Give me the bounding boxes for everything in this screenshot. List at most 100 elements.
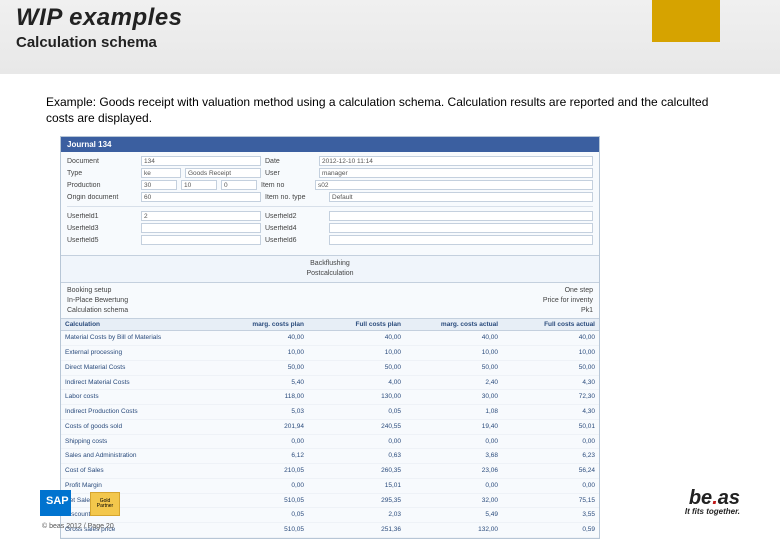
cell: 1,08 — [405, 405, 502, 419]
meta-schema-r: Pk1 — [581, 306, 593, 316]
cell: Direct Material Costs — [61, 361, 211, 375]
th-marg-plan: marg. costs plan — [211, 319, 308, 330]
label-uf3: Userfield3 — [67, 225, 137, 232]
cell: 4,30 — [502, 376, 599, 390]
cell: 5,40 — [211, 376, 308, 390]
page-title: WIP examples — [16, 4, 183, 32]
cell: 10,00 — [211, 346, 308, 360]
cell: 10,00 — [405, 346, 502, 360]
label-user: User — [265, 170, 315, 177]
panel-title: Journal 134 — [61, 137, 599, 152]
table-row: Indirect Material Costs5,404,002,404,30 — [61, 376, 599, 391]
cell: External processing — [61, 346, 211, 360]
mid-block: Backflushing Postcalculation — [61, 255, 599, 283]
cell: 4,30 — [502, 405, 599, 419]
label-production: Production — [67, 182, 137, 189]
cell: 0,00 — [211, 435, 308, 449]
intro-text: Example: Goods receipt with valuation me… — [46, 94, 734, 126]
field-type-code[interactable]: ke — [141, 168, 181, 178]
meta-schema-l: Calculation schema — [67, 306, 128, 316]
mid-backflushing: Backflushing — [61, 259, 599, 269]
cell: 118,00 — [211, 390, 308, 404]
copyright: © beas 2012 / Page 20 — [42, 523, 114, 530]
meta-inplace-l: In-Place Bewertung — [67, 296, 128, 306]
cell: 50,01 — [502, 420, 599, 434]
cell: 50,00 — [308, 361, 405, 375]
label-itemtype: Item no. type — [265, 194, 325, 201]
cell: 50,00 — [211, 361, 308, 375]
table-row: Material Costs by Bill of Materials 40,00… — [61, 331, 599, 346]
table-row: Cost of Sales210,05260,3523,0656,24 — [61, 464, 599, 479]
field-uf5[interactable] — [141, 235, 261, 245]
label-document: Document — [67, 158, 137, 165]
meta-booking-r: One step — [565, 286, 593, 296]
field-uf6[interactable] — [329, 235, 593, 245]
field-uf3[interactable] — [141, 223, 261, 233]
cell: 0,63 — [308, 449, 405, 463]
cell: 40,00 — [405, 331, 502, 345]
cell: 260,35 — [308, 464, 405, 478]
page-subtitle: Calculation schema — [16, 34, 157, 51]
field-date[interactable]: 2012-12-10 11:14 — [319, 156, 593, 166]
field-origin[interactable]: 60 — [141, 192, 261, 202]
table-header: Calculation marg. costs plan Full costs … — [61, 318, 599, 331]
cell: 5,03 — [211, 405, 308, 419]
field-uf1[interactable]: 2 — [141, 211, 261, 221]
cell: 19,40 — [405, 420, 502, 434]
cell: 40,00 — [308, 331, 405, 345]
field-document[interactable]: 134 — [141, 156, 261, 166]
field-user[interactable]: manager — [319, 168, 593, 178]
table-row: Sales and Administration6,120,633,686,23 — [61, 449, 599, 464]
label-uf6: Userfield6 — [265, 237, 325, 244]
field-prod-1[interactable]: 30 — [141, 180, 177, 190]
table-row: Indirect Production Costs5,030,051,084,3… — [61, 405, 599, 420]
cell: 240,55 — [308, 420, 405, 434]
cell: 0,00 — [502, 435, 599, 449]
label-uf1: Userfield1 — [67, 213, 137, 220]
table-row: External processing10,0010,0010,0010,00 — [61, 346, 599, 361]
cell: 72,30 — [502, 390, 599, 404]
cell: 2,40 — [405, 376, 502, 390]
label-uf4: Userfield4 — [265, 225, 325, 232]
cell: 3,68 — [405, 449, 502, 463]
cell: 50,00 — [502, 361, 599, 375]
field-itemtype[interactable]: Default — [329, 192, 593, 202]
cell: Indirect Production Costs — [61, 405, 211, 419]
cell: 6,23 — [502, 449, 599, 463]
cell: 210,05 — [211, 464, 308, 478]
th-full-plan: Full costs plan — [308, 319, 405, 330]
field-uf4[interactable] — [329, 223, 593, 233]
field-uf2[interactable] — [329, 211, 593, 221]
cell: Sales and Administration — [61, 449, 211, 463]
mid-postcalc: Postcalculation — [61, 269, 599, 279]
label-uf2: Userfield2 — [265, 213, 325, 220]
label-origin: Origin document — [67, 194, 137, 201]
cell: 23,06 — [405, 464, 502, 478]
beas-brand-2: as — [718, 487, 740, 509]
field-prod-2[interactable]: 10 — [181, 180, 217, 190]
header-accent — [652, 0, 720, 42]
cell: 6,12 — [211, 449, 308, 463]
label-uf5: Userfield5 — [67, 237, 137, 244]
cell: 130,00 — [308, 390, 405, 404]
cell: 10,00 — [502, 346, 599, 360]
table-row: Shipping costs0,000,000,000,00 — [61, 435, 599, 450]
cell: 0,00 — [308, 435, 405, 449]
field-type-name[interactable]: Goods Receipt — [185, 168, 261, 178]
cell: 10,00 — [308, 346, 405, 360]
cell: Cost of Sales — [61, 464, 211, 478]
gold-partner-badge: Gold Partner — [90, 492, 120, 516]
th-full-actual: Full costs actual — [502, 319, 599, 330]
field-prod-3[interactable]: 0 — [221, 180, 257, 190]
meta-inplace-r: Price for inventy — [543, 296, 593, 306]
form-area: Document 134 Date 2012-12-10 11:14 Type … — [61, 152, 599, 255]
cell: Material Costs by Bill of Materials — [61, 331, 211, 345]
table-row: Direct Material Costs50,0050,0050,0050,0… — [61, 361, 599, 376]
meta-booking-l: Booking setup — [67, 286, 111, 296]
cell: 4,00 — [308, 376, 405, 390]
field-item[interactable]: s02 — [315, 180, 593, 190]
cell: 0,00 — [405, 435, 502, 449]
sap-logo — [40, 490, 88, 516]
label-item: Item no — [261, 182, 311, 189]
label-date: Date — [265, 158, 315, 165]
